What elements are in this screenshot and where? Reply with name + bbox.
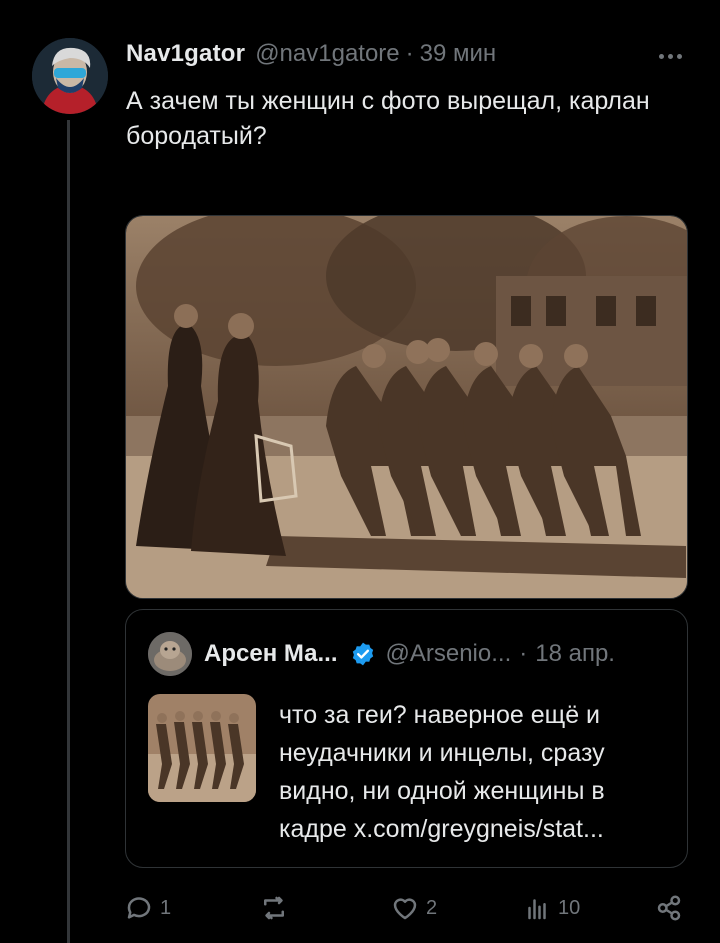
quoted-thumbnail[interactable] bbox=[148, 694, 256, 802]
like-button[interactable]: 2 bbox=[390, 893, 437, 923]
avatar[interactable] bbox=[32, 38, 108, 114]
more-icon[interactable] bbox=[650, 46, 690, 66]
like-icon bbox=[393, 898, 417, 920]
like-count: 2 bbox=[426, 896, 438, 919]
views-button[interactable]: 10 bbox=[522, 893, 580, 923]
repost-icon bbox=[264, 896, 284, 920]
quoted-text: что за геи? наверное ещё и неудачники и … bbox=[279, 701, 605, 843]
quoted-timestamp[interactable]: 18 апр. bbox=[535, 640, 615, 668]
quoted-author-handle[interactable]: @Arsenio... bbox=[386, 640, 512, 668]
quoted-author-name[interactable]: Арсен Ма... bbox=[204, 640, 338, 668]
verified-badge-icon bbox=[352, 642, 373, 666]
repost-button[interactable] bbox=[259, 893, 295, 923]
author-handle[interactable]: @nav1gatore bbox=[255, 40, 399, 68]
quoted-tweet[interactable]: Арсен Ма... @Arsenio... · 18 апр. что за… bbox=[125, 609, 688, 868]
tweet-header: Nav1gator @nav1gatore · 39 мин bbox=[126, 40, 496, 68]
reply-button[interactable]: 1 bbox=[124, 893, 171, 923]
tweet-text: А зачем ты женщин с фото вырещал, карлан… bbox=[126, 87, 650, 150]
views-count: 10 bbox=[558, 896, 581, 919]
share-icon bbox=[657, 895, 681, 921]
separator-dot: · bbox=[405, 40, 414, 67]
reply-count: 1 bbox=[160, 896, 172, 919]
thread-line bbox=[67, 120, 70, 943]
action-bar: 1 2 10 bbox=[124, 893, 694, 929]
timestamp[interactable]: 39 мин bbox=[420, 40, 497, 68]
author-name[interactable]: Nav1gator bbox=[126, 40, 245, 68]
separator-dot: · bbox=[519, 640, 528, 667]
quoted-header: Арсен Ма... @Arsenio... · 18 апр. bbox=[204, 640, 615, 668]
views-icon bbox=[528, 899, 546, 920]
share-button[interactable] bbox=[654, 893, 684, 923]
reply-icon bbox=[127, 897, 151, 919]
tweet-photo[interactable] bbox=[125, 215, 688, 599]
quoted-avatar[interactable] bbox=[148, 632, 192, 676]
